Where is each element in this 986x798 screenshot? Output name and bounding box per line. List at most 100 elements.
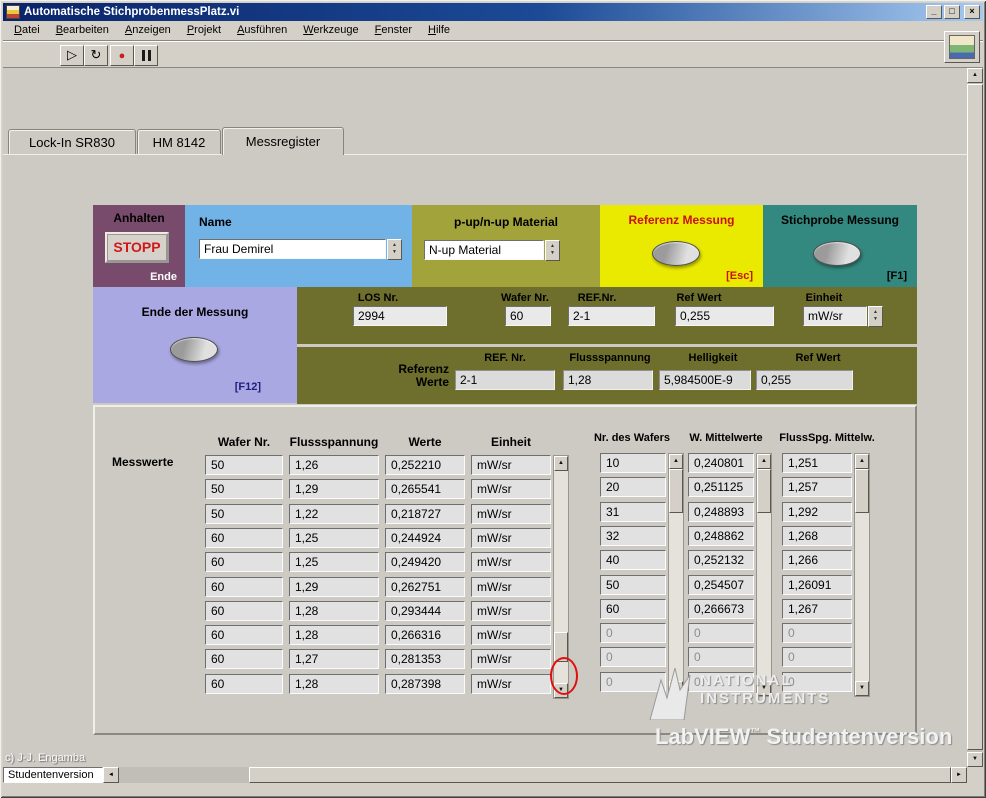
mittelwerte-col-werte-r0[interactable]: 0,240801 bbox=[688, 453, 754, 473]
rw-ref-wert-value[interactable]: 0,255 bbox=[756, 370, 853, 390]
menu-anzeigen[interactable]: Anzeigen bbox=[117, 22, 179, 39]
horizontal-scrollbar-thumb[interactable] bbox=[249, 767, 951, 783]
tab-messregister[interactable]: Messregister bbox=[222, 127, 344, 155]
abort-button[interactable]: ● bbox=[110, 45, 134, 66]
messwerte-cell-r2c1[interactable]: 1,22 bbox=[289, 503, 379, 524]
messwerte-cell-r7c1[interactable]: 1,28 bbox=[289, 625, 379, 646]
mittelwerte-col-wafer-r5[interactable]: 50 bbox=[600, 574, 666, 595]
menu-projekt[interactable]: Projekt bbox=[179, 22, 229, 39]
rw-helligkeit-value[interactable]: 5,984500E-9 bbox=[659, 370, 751, 390]
messwerte-cell-r5c3[interactable]: mW/sr bbox=[471, 576, 551, 597]
messwerte-cell-r5c2[interactable]: 0,262751 bbox=[385, 576, 465, 597]
mittelwerte-col-fluss-r6[interactable]: 1,267 bbox=[782, 598, 852, 619]
scroll-left-icon[interactable]: ◄ bbox=[103, 767, 119, 783]
messwerte-cell-r3c1[interactable]: 1,25 bbox=[289, 527, 379, 548]
ref-nr-input[interactable]: 2-1 bbox=[568, 306, 655, 326]
name-ring-spinner[interactable]: ▲ ▼ bbox=[387, 239, 402, 260]
messwerte-cell-r6c1[interactable]: 1,28 bbox=[289, 600, 379, 621]
wafer-nr-input[interactable]: 60 bbox=[505, 306, 551, 326]
einheit-ring-spinner[interactable]: ▲ ▼ bbox=[868, 306, 883, 327]
mittelwerte-col-fluss-r8[interactable]: 0 bbox=[782, 647, 852, 668]
menu-ausfuehren[interactable]: Ausführen bbox=[229, 22, 295, 39]
vi-icon[interactable] bbox=[944, 31, 980, 63]
vertical-scrollbar[interactable]: ▲ ▼ bbox=[967, 68, 983, 767]
messwerte-cell-r3c3[interactable]: mW/sr bbox=[471, 527, 551, 548]
ref-wert-input[interactable]: 0,255 bbox=[675, 306, 774, 326]
mittelwerte-col-fluss-r1[interactable]: 1,257 bbox=[782, 477, 852, 498]
mittelwerte-col-wafer-r4[interactable]: 40 bbox=[600, 550, 666, 571]
messwerte-cell-r2c2[interactable]: 0,218727 bbox=[385, 503, 465, 524]
scroll-up-icon[interactable]: ▲ bbox=[669, 454, 683, 469]
messwerte-cell-r1c0[interactable]: 50 bbox=[205, 479, 283, 500]
scrollbar-thumb[interactable] bbox=[757, 469, 771, 513]
mittelwerte-fluss-scrollbar[interactable]: ▲ ▼ bbox=[854, 453, 870, 697]
scroll-down-icon[interactable]: ▼ bbox=[967, 752, 983, 767]
mittelwerte-col-wafer-r8[interactable]: 0 bbox=[600, 647, 666, 668]
scroll-right-icon[interactable]: ► bbox=[951, 767, 967, 783]
menu-bearbeiten[interactable]: Bearbeiten bbox=[48, 22, 117, 39]
scrollbar-thumb[interactable] bbox=[669, 469, 683, 513]
menu-werkzeuge[interactable]: Werkzeuge bbox=[295, 22, 366, 39]
scrollbar-thumb[interactable] bbox=[855, 469, 869, 513]
messwerte-cell-r8c1[interactable]: 1,27 bbox=[289, 649, 379, 670]
mittelwerte-col-fluss-r2[interactable]: 1,292 bbox=[782, 501, 852, 522]
maximize-button[interactable]: □ bbox=[944, 5, 960, 19]
rw-flussspannung-value[interactable]: 1,28 bbox=[563, 370, 653, 390]
messwerte-cell-r0c1[interactable]: 1,26 bbox=[289, 455, 379, 475]
messwerte-cell-r1c1[interactable]: 1,29 bbox=[289, 479, 379, 500]
scroll-up-icon[interactable]: ▲ bbox=[757, 454, 771, 469]
minimize-button[interactable]: _ bbox=[926, 5, 942, 19]
messwerte-cell-r7c2[interactable]: 0,266316 bbox=[385, 625, 465, 646]
messwerte-cell-r1c2[interactable]: 0,265541 bbox=[385, 479, 465, 500]
scroll-up-icon[interactable]: ▲ bbox=[967, 68, 983, 83]
mittelwerte-col-werte-r4[interactable]: 0,252132 bbox=[688, 550, 754, 571]
messwerte-cell-r6c2[interactable]: 0,293444 bbox=[385, 600, 465, 621]
close-button[interactable]: × bbox=[964, 5, 980, 19]
mittelwerte-col-fluss-r4[interactable]: 1,266 bbox=[782, 550, 852, 571]
messwerte-cell-r5c1[interactable]: 1,29 bbox=[289, 576, 379, 597]
mittelwerte-wafer-scrollbar[interactable]: ▲ ▼ bbox=[668, 453, 684, 697]
messwerte-cell-r0c2[interactable]: 0,252210 bbox=[385, 455, 465, 475]
mittelwerte-col-werte-r6[interactable]: 0,266673 bbox=[688, 598, 754, 619]
mittelwerte-col-werte-r8[interactable]: 0 bbox=[688, 647, 754, 668]
spinner-down-icon[interactable]: ▼ bbox=[388, 249, 401, 256]
messwerte-cell-r4c0[interactable]: 60 bbox=[205, 552, 283, 573]
mittelwerte-col-wafer-r7[interactable]: 0 bbox=[600, 623, 666, 644]
messwerte-cell-r9c0[interactable]: 60 bbox=[205, 673, 283, 694]
titlebar[interactable]: Automatische StichprobenmessPlatz.vi _ □… bbox=[3, 3, 983, 21]
mittelwerte-col-werte-r5[interactable]: 0,254507 bbox=[688, 574, 754, 595]
messwerte-cell-r6c0[interactable]: 60 bbox=[205, 600, 283, 621]
messwerte-cell-r4c3[interactable]: mW/sr bbox=[471, 552, 551, 573]
mittelwerte-col-wafer-r3[interactable]: 32 bbox=[600, 525, 666, 546]
mittelwerte-werte-scrollbar[interactable]: ▲ ▼ bbox=[756, 453, 772, 697]
scroll-up-icon[interactable]: ▲ bbox=[554, 456, 568, 471]
messwerte-cell-r6c3[interactable]: mW/sr bbox=[471, 600, 551, 621]
messwerte-cell-r3c0[interactable]: 60 bbox=[205, 527, 283, 548]
messwerte-cell-r3c2[interactable]: 0,244924 bbox=[385, 527, 465, 548]
messwerte-cell-r1c3[interactable]: mW/sr bbox=[471, 479, 551, 500]
mittelwerte-col-wafer-r6[interactable]: 60 bbox=[600, 598, 666, 619]
messwerte-cell-r9c1[interactable]: 1,28 bbox=[289, 673, 379, 694]
mittelwerte-col-fluss-r0[interactable]: 1,251 bbox=[782, 453, 852, 473]
menu-hilfe[interactable]: Hilfe bbox=[420, 22, 458, 39]
run-button[interactable]: ▷ bbox=[60, 45, 84, 66]
spinner-up-icon[interactable]: ▲ bbox=[869, 309, 882, 316]
mittelwerte-col-wafer-r2[interactable]: 31 bbox=[600, 501, 666, 522]
mittelwerte-col-fluss-r5[interactable]: 1,26091 bbox=[782, 574, 852, 595]
menu-fenster[interactable]: Fenster bbox=[367, 22, 420, 39]
messwerte-cell-r7c3[interactable]: mW/sr bbox=[471, 625, 551, 646]
vertical-scrollbar-thumb[interactable] bbox=[967, 84, 983, 750]
stichprobe-messung-toggle[interactable] bbox=[813, 241, 861, 266]
mittelwerte-col-werte-r2[interactable]: 0,248893 bbox=[688, 501, 754, 522]
horizontal-scrollbar[interactable]: Studentenversion ◄ ► bbox=[3, 767, 967, 783]
mittelwerte-col-werte-r1[interactable]: 0,251125 bbox=[688, 477, 754, 498]
status-box[interactable]: Studentenversion bbox=[3, 767, 103, 783]
referenz-messung-toggle[interactable] bbox=[652, 241, 700, 266]
menu-datei[interactable]: Datei bbox=[6, 22, 48, 39]
mittelwerte-col-fluss-r7[interactable]: 0 bbox=[782, 623, 852, 644]
mittelwerte-col-wafer-r1[interactable]: 20 bbox=[600, 477, 666, 498]
mittelwerte-col-werte-r3[interactable]: 0,248862 bbox=[688, 525, 754, 546]
name-ring[interactable]: Frau Demirel bbox=[199, 239, 386, 259]
tab-hm-8142[interactable]: HM 8142 bbox=[137, 129, 221, 154]
messwerte-cell-r8c0[interactable]: 60 bbox=[205, 649, 283, 670]
